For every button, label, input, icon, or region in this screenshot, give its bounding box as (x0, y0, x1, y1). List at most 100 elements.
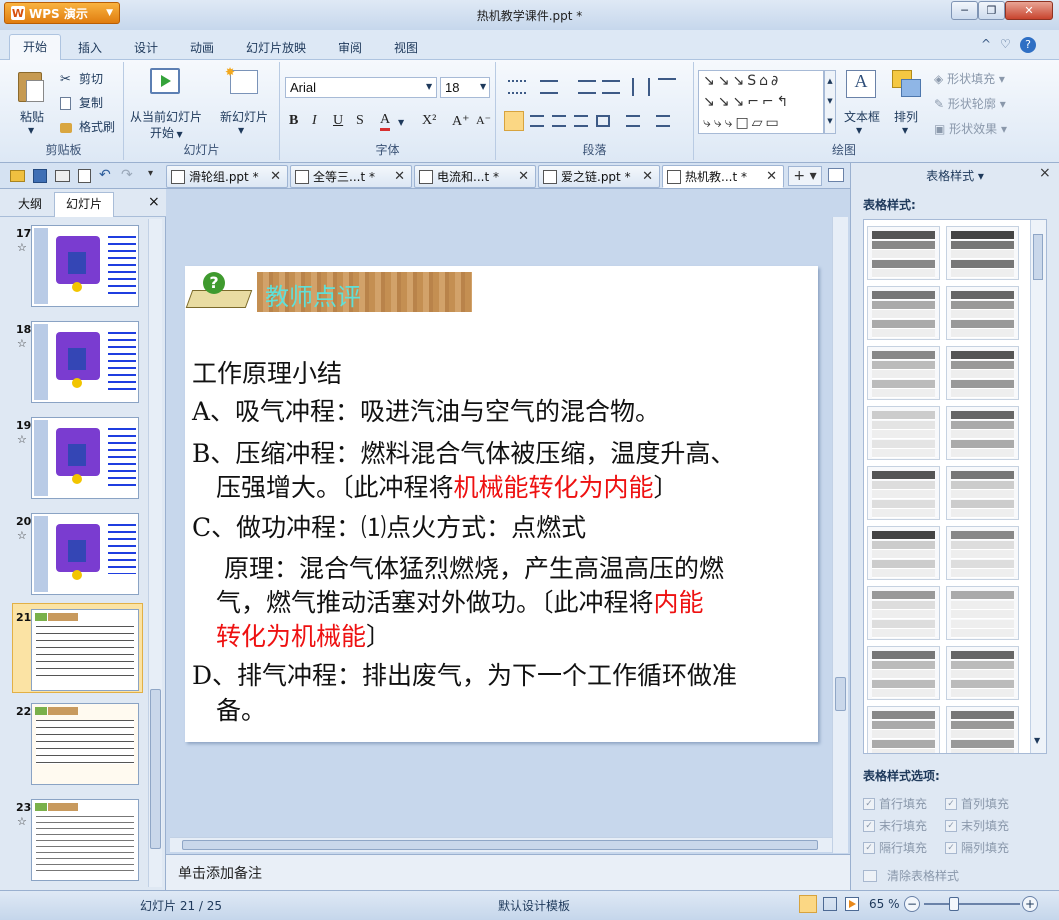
chevron-down-icon[interactable]: ▼ (28, 126, 34, 135)
slide-thumbnail-22[interactable] (31, 703, 139, 785)
underline-button[interactable]: U (333, 113, 343, 129)
restore-button[interactable]: ❐ (978, 1, 1005, 20)
doc-tab-5-active[interactable]: 热机教...t * ✕ (662, 165, 784, 188)
grow-font-button[interactable]: A⁺ (452, 113, 470, 130)
table-style-swatch[interactable] (867, 706, 940, 753)
table-style-swatch[interactable] (867, 526, 940, 580)
doc-tab-2[interactable]: 全等三...t * ✕ (290, 165, 412, 188)
slide-thumbnail-23[interactable] (31, 799, 139, 881)
justify-button[interactable] (574, 115, 588, 127)
close-panel-icon[interactable]: × (1039, 165, 1051, 181)
thumbnail-scrollbar[interactable] (148, 219, 162, 887)
close-tab-icon[interactable]: ✕ (394, 169, 405, 184)
table-style-swatch[interactable] (946, 346, 1019, 400)
gallery-scrollbar[interactable]: ▼ (1030, 220, 1046, 753)
table-style-swatch[interactable] (867, 466, 940, 520)
undo-icon[interactable]: ↶ (99, 167, 111, 183)
slideshow-view-icon[interactable] (845, 897, 859, 911)
chevron-down-icon[interactable]: ▼ (426, 82, 432, 91)
normal-view-icon[interactable] (799, 895, 817, 913)
text-direction-icon[interactable] (632, 78, 650, 96)
slide-thumbnail-21[interactable] (31, 609, 139, 691)
chevron-down-icon[interactable]: ▼ (238, 126, 244, 135)
bold-button[interactable]: B (289, 113, 298, 129)
table-style-swatch[interactable] (946, 526, 1019, 580)
paragraph-spacing-icon[interactable] (656, 115, 670, 127)
slide-sorter-icon[interactable] (823, 897, 837, 911)
help-icon[interactable]: ? (1020, 37, 1036, 53)
table-style-swatch[interactable] (867, 286, 940, 340)
shapes-gallery[interactable]: ↘↘↘S⌂∂ ↘↘↘⌐⌐↰ ⤷⤷⤷□▱▭ (698, 70, 824, 134)
tab-list-icon[interactable] (828, 168, 844, 182)
panel-title[interactable]: 表格样式 ▾ (851, 167, 1059, 184)
option-first-row[interactable]: ✓ 首行填充 (863, 795, 927, 812)
option-first-col[interactable]: ✓ 首列填充 (945, 795, 1009, 812)
tab-design[interactable]: 设计 (134, 39, 158, 56)
slide-canvas[interactable]: ? 教师点评 工作原理小结 A、吸气冲程：吸进汽油与空气的混合物。 B、压缩冲程… (185, 266, 818, 742)
table-style-swatch[interactable] (946, 646, 1019, 700)
slide-thumbnail-17[interactable] (31, 225, 139, 307)
new-tab-button[interactable]: + ▾ (788, 166, 822, 186)
collapse-ribbon-icon[interactable]: ^ (981, 37, 991, 51)
shapes-gallery-scroll[interactable]: ▲ ▼ ▼ (824, 70, 836, 134)
option-last-row[interactable]: ✓ 末行填充 (863, 817, 927, 834)
numbering-icon[interactable] (540, 80, 558, 94)
doc-tab-1[interactable]: 滑轮组.ppt * ✕ (166, 165, 288, 188)
close-tab-icon[interactable]: ✕ (270, 169, 281, 184)
tab-slides[interactable]: 幻灯片 (54, 192, 114, 217)
increase-indent-icon[interactable] (602, 80, 620, 94)
option-banded-rows[interactable]: ✓ 隔行填充 (863, 839, 927, 856)
table-style-swatch[interactable] (946, 586, 1019, 640)
close-tab-icon[interactable]: ✕ (518, 169, 529, 184)
font-family-select[interactable]: Arial (285, 77, 437, 98)
table-style-swatch[interactable] (867, 586, 940, 640)
clear-table-style-button[interactable]: 清除表格样式 (863, 867, 959, 884)
zoom-in-button[interactable]: + (1022, 896, 1038, 912)
tab-view[interactable]: 视图 (394, 39, 418, 56)
cut-button[interactable]: ✂ 剪切 (60, 70, 103, 88)
copy-button[interactable]: 复制 (60, 94, 103, 111)
redo-icon[interactable]: ↷ (121, 167, 133, 183)
table-style-swatch[interactable] (867, 226, 940, 280)
print-icon[interactable] (55, 170, 70, 182)
format-painter-button[interactable]: 格式刷 (60, 118, 115, 135)
italic-button[interactable]: I (312, 113, 317, 129)
align-left-button[interactable] (504, 111, 524, 131)
chevron-down-icon[interactable]: ▼ (856, 126, 862, 135)
shape-effect-button[interactable]: ▣ 形状效果 ▾ (934, 120, 1007, 137)
table-style-swatch[interactable] (946, 226, 1019, 280)
notes-area[interactable]: 单击添加备注 (166, 854, 850, 890)
customize-toolbar-icon[interactable]: ▾ (148, 168, 153, 179)
zoom-slider[interactable] (924, 897, 1020, 911)
print-preview-icon[interactable] (78, 169, 91, 183)
table-style-swatch[interactable] (946, 706, 1019, 753)
editor-horizontal-scrollbar[interactable] (170, 837, 832, 852)
tab-review[interactable]: 审阅 (338, 39, 362, 56)
table-style-swatch[interactable] (867, 346, 940, 400)
tab-animation[interactable]: 动画 (190, 39, 214, 56)
close-button[interactable]: ✕ (1005, 1, 1053, 20)
close-tab-icon[interactable]: ✕ (766, 169, 777, 184)
from-current-slide-button[interactable]: 从当前幻灯片 (130, 108, 202, 125)
save-icon[interactable] (33, 169, 47, 183)
close-tab-icon[interactable]: ✕ (642, 169, 653, 184)
shadow-button[interactable]: S (356, 113, 364, 129)
option-last-col[interactable]: ✓ 末列填充 (945, 817, 1009, 834)
line-spacing-icon[interactable] (626, 115, 640, 127)
decrease-indent-icon[interactable] (578, 80, 596, 94)
textbox-button[interactable]: 文本框 (844, 108, 880, 125)
table-style-gallery[interactable]: ▼ (863, 219, 1047, 754)
slide-thumbnail-18[interactable] (31, 321, 139, 403)
slide-thumbnail-20[interactable] (31, 513, 139, 595)
tab-slideshow[interactable]: 幻灯片放映 (246, 39, 306, 56)
doc-tab-3[interactable]: 电流和...t * ✕ (414, 165, 536, 188)
table-style-swatch[interactable] (867, 646, 940, 700)
table-style-swatch[interactable] (946, 406, 1019, 460)
distribute-button[interactable] (596, 115, 610, 127)
option-banded-cols[interactable]: ✓ 隔列填充 (945, 839, 1009, 856)
zoom-slider-thumb[interactable] (949, 897, 959, 911)
shrink-font-button[interactable]: A⁻ (476, 113, 491, 128)
skin-icon[interactable]: ♡ (1000, 37, 1011, 51)
tab-insert[interactable]: 插入 (78, 39, 102, 56)
chevron-down-icon[interactable]: ▼ (480, 82, 486, 91)
